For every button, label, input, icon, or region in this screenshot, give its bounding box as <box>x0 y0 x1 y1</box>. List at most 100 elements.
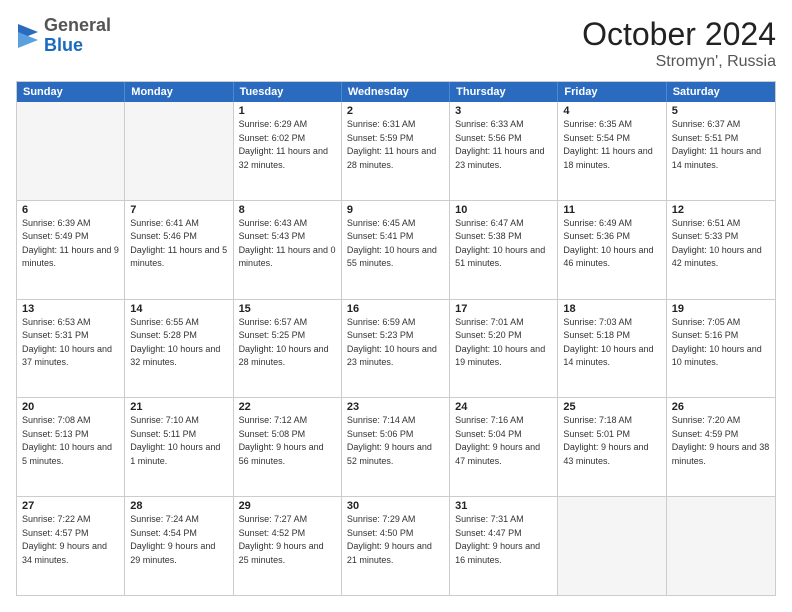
month-title: October 2024 <box>582 16 776 53</box>
page: General Blue October 2024 Stromyn', Russ… <box>0 0 792 612</box>
calendar-cell-5-6 <box>558 497 666 595</box>
calendar-cell-5-4: 30Sunrise: 7:29 AMSunset: 4:50 PMDayligh… <box>342 497 450 595</box>
day-number: 9 <box>347 204 444 216</box>
day-number: 3 <box>455 105 552 117</box>
day-number: 30 <box>347 500 444 512</box>
day-number: 24 <box>455 401 552 413</box>
sun-info: Sunrise: 7:03 AMSunset: 5:18 PMDaylight:… <box>563 316 660 370</box>
sun-info: Sunrise: 7:14 AMSunset: 5:06 PMDaylight:… <box>347 414 444 468</box>
sun-info: Sunrise: 7:05 AMSunset: 5:16 PMDaylight:… <box>672 316 770 370</box>
calendar-cell-3-6: 18Sunrise: 7:03 AMSunset: 5:18 PMDayligh… <box>558 300 666 398</box>
calendar-cell-4-3: 22Sunrise: 7:12 AMSunset: 5:08 PMDayligh… <box>234 398 342 496</box>
day-number: 31 <box>455 500 552 512</box>
day-number: 29 <box>239 500 336 512</box>
logo-general: General <box>44 16 111 36</box>
day-number: 1 <box>239 105 336 117</box>
calendar-cell-5-7 <box>667 497 775 595</box>
day-number: 11 <box>563 204 660 216</box>
calendar-cell-4-1: 20Sunrise: 7:08 AMSunset: 5:13 PMDayligh… <box>17 398 125 496</box>
calendar-cell-5-5: 31Sunrise: 7:31 AMSunset: 4:47 PMDayligh… <box>450 497 558 595</box>
title-block: October 2024 Stromyn', Russia <box>582 16 776 71</box>
calendar: SundayMondayTuesdayWednesdayThursdayFrid… <box>16 81 776 596</box>
logo: General Blue <box>16 16 111 56</box>
day-number: 13 <box>22 303 119 315</box>
weekday-header-saturday: Saturday <box>667 82 775 102</box>
calendar-cell-5-3: 29Sunrise: 7:27 AMSunset: 4:52 PMDayligh… <box>234 497 342 595</box>
day-number: 21 <box>130 401 227 413</box>
calendar-cell-1-3: 1Sunrise: 6:29 AMSunset: 6:02 PMDaylight… <box>234 102 342 200</box>
calendar-row-4: 20Sunrise: 7:08 AMSunset: 5:13 PMDayligh… <box>17 397 775 496</box>
day-number: 25 <box>563 401 660 413</box>
day-number: 15 <box>239 303 336 315</box>
calendar-cell-5-2: 28Sunrise: 7:24 AMSunset: 4:54 PMDayligh… <box>125 497 233 595</box>
calendar-cell-1-1 <box>17 102 125 200</box>
sun-info: Sunrise: 6:55 AMSunset: 5:28 PMDaylight:… <box>130 316 227 370</box>
sun-info: Sunrise: 6:51 AMSunset: 5:33 PMDaylight:… <box>672 217 770 271</box>
logo-icon <box>18 24 38 48</box>
weekday-header-friday: Friday <box>558 82 666 102</box>
header: General Blue October 2024 Stromyn', Russ… <box>16 16 776 71</box>
location-title: Stromyn', Russia <box>582 53 776 71</box>
sun-info: Sunrise: 7:12 AMSunset: 5:08 PMDaylight:… <box>239 414 336 468</box>
calendar-cell-2-3: 8Sunrise: 6:43 AMSunset: 5:43 PMDaylight… <box>234 201 342 299</box>
sun-info: Sunrise: 6:39 AMSunset: 5:49 PMDaylight:… <box>22 217 119 271</box>
calendar-cell-1-4: 2Sunrise: 6:31 AMSunset: 5:59 PMDaylight… <box>342 102 450 200</box>
day-number: 23 <box>347 401 444 413</box>
calendar-cell-3-4: 16Sunrise: 6:59 AMSunset: 5:23 PMDayligh… <box>342 300 450 398</box>
calendar-cell-1-2 <box>125 102 233 200</box>
day-number: 5 <box>672 105 770 117</box>
day-number: 17 <box>455 303 552 315</box>
weekday-header-tuesday: Tuesday <box>234 82 342 102</box>
sun-info: Sunrise: 7:01 AMSunset: 5:20 PMDaylight:… <box>455 316 552 370</box>
sun-info: Sunrise: 7:08 AMSunset: 5:13 PMDaylight:… <box>22 414 119 468</box>
logo-blue: Blue <box>44 36 111 56</box>
weekday-header-wednesday: Wednesday <box>342 82 450 102</box>
sun-info: Sunrise: 6:41 AMSunset: 5:46 PMDaylight:… <box>130 217 227 271</box>
calendar-row-3: 13Sunrise: 6:53 AMSunset: 5:31 PMDayligh… <box>17 299 775 398</box>
day-number: 4 <box>563 105 660 117</box>
calendar-cell-4-7: 26Sunrise: 7:20 AMSunset: 4:59 PMDayligh… <box>667 398 775 496</box>
calendar-row-1: 1Sunrise: 6:29 AMSunset: 6:02 PMDaylight… <box>17 102 775 200</box>
day-number: 19 <box>672 303 770 315</box>
day-number: 2 <box>347 105 444 117</box>
calendar-cell-3-2: 14Sunrise: 6:55 AMSunset: 5:28 PMDayligh… <box>125 300 233 398</box>
sun-info: Sunrise: 6:57 AMSunset: 5:25 PMDaylight:… <box>239 316 336 370</box>
day-number: 14 <box>130 303 227 315</box>
sun-info: Sunrise: 6:31 AMSunset: 5:59 PMDaylight:… <box>347 118 444 172</box>
calendar-cell-2-5: 10Sunrise: 6:47 AMSunset: 5:38 PMDayligh… <box>450 201 558 299</box>
day-number: 10 <box>455 204 552 216</box>
sun-info: Sunrise: 7:29 AMSunset: 4:50 PMDaylight:… <box>347 513 444 567</box>
day-number: 7 <box>130 204 227 216</box>
calendar-cell-4-4: 23Sunrise: 7:14 AMSunset: 5:06 PMDayligh… <box>342 398 450 496</box>
day-number: 20 <box>22 401 119 413</box>
calendar-cell-3-5: 17Sunrise: 7:01 AMSunset: 5:20 PMDayligh… <box>450 300 558 398</box>
sun-info: Sunrise: 6:37 AMSunset: 5:51 PMDaylight:… <box>672 118 770 172</box>
day-number: 26 <box>672 401 770 413</box>
sun-info: Sunrise: 7:27 AMSunset: 4:52 PMDaylight:… <box>239 513 336 567</box>
calendar-cell-4-5: 24Sunrise: 7:16 AMSunset: 5:04 PMDayligh… <box>450 398 558 496</box>
day-number: 16 <box>347 303 444 315</box>
sun-info: Sunrise: 6:43 AMSunset: 5:43 PMDaylight:… <box>239 217 336 271</box>
day-number: 28 <box>130 500 227 512</box>
sun-info: Sunrise: 6:47 AMSunset: 5:38 PMDaylight:… <box>455 217 552 271</box>
calendar-body: 1Sunrise: 6:29 AMSunset: 6:02 PMDaylight… <box>17 102 775 595</box>
sun-info: Sunrise: 6:29 AMSunset: 6:02 PMDaylight:… <box>239 118 336 172</box>
sun-info: Sunrise: 7:31 AMSunset: 4:47 PMDaylight:… <box>455 513 552 567</box>
calendar-cell-4-6: 25Sunrise: 7:18 AMSunset: 5:01 PMDayligh… <box>558 398 666 496</box>
calendar-cell-3-3: 15Sunrise: 6:57 AMSunset: 5:25 PMDayligh… <box>234 300 342 398</box>
sun-info: Sunrise: 6:53 AMSunset: 5:31 PMDaylight:… <box>22 316 119 370</box>
calendar-cell-1-7: 5Sunrise: 6:37 AMSunset: 5:51 PMDaylight… <box>667 102 775 200</box>
weekday-header-monday: Monday <box>125 82 233 102</box>
sun-info: Sunrise: 6:35 AMSunset: 5:54 PMDaylight:… <box>563 118 660 172</box>
sun-info: Sunrise: 7:24 AMSunset: 4:54 PMDaylight:… <box>130 513 227 567</box>
day-number: 22 <box>239 401 336 413</box>
calendar-cell-2-7: 12Sunrise: 6:51 AMSunset: 5:33 PMDayligh… <box>667 201 775 299</box>
logo-text: General Blue <box>44 16 111 56</box>
day-number: 6 <box>22 204 119 216</box>
calendar-cell-3-7: 19Sunrise: 7:05 AMSunset: 5:16 PMDayligh… <box>667 300 775 398</box>
calendar-header: SundayMondayTuesdayWednesdayThursdayFrid… <box>17 82 775 102</box>
sun-info: Sunrise: 6:33 AMSunset: 5:56 PMDaylight:… <box>455 118 552 172</box>
weekday-header-thursday: Thursday <box>450 82 558 102</box>
calendar-cell-2-1: 6Sunrise: 6:39 AMSunset: 5:49 PMDaylight… <box>17 201 125 299</box>
calendar-cell-2-2: 7Sunrise: 6:41 AMSunset: 5:46 PMDaylight… <box>125 201 233 299</box>
